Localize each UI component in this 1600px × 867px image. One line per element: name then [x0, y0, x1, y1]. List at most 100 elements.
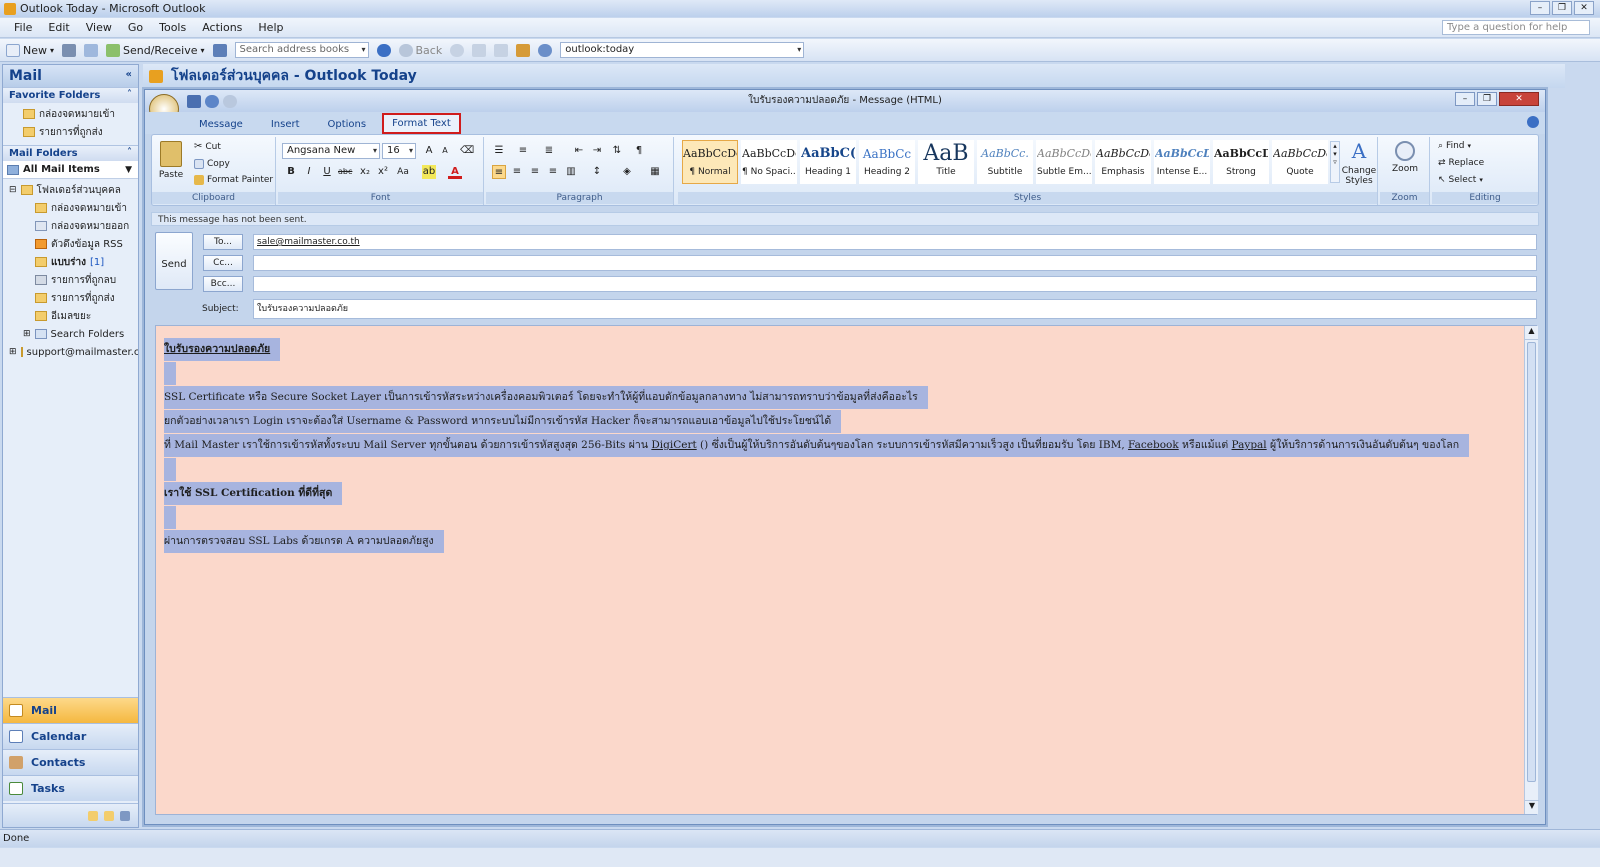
facebook-link[interactable]: Facebook [1128, 439, 1179, 451]
subject-field[interactable]: ใบรับรองความปลอดภัย [253, 299, 1537, 319]
favorite-folders-header[interactable]: Favorite Folders ˄ [3, 87, 138, 103]
style-quote[interactable]: AaBbCcDc Quote [1272, 140, 1328, 184]
underline-icon[interactable]: U [320, 165, 334, 179]
to-button[interactable]: To... [203, 234, 243, 250]
shortcuts-icon[interactable] [120, 810, 130, 821]
print-icon[interactable] [62, 43, 77, 57]
folder-sent[interactable]: รายการที่ถูกส่ง [3, 289, 138, 307]
expand-tree-icon[interactable]: ⊞ [9, 347, 17, 357]
menu-actions[interactable]: Actions [202, 21, 242, 34]
collapse-pane-icon[interactable]: « [126, 69, 132, 80]
folder-root[interactable]: ⊟ โฟลเดอร์ส่วนบุคคล [3, 181, 138, 199]
message-close-button[interactable]: ✕ [1499, 92, 1539, 106]
align-right-icon[interactable]: ≡ [528, 165, 542, 179]
paste-button[interactable]: Paste [156, 141, 186, 180]
favorite-folder-sent[interactable]: รายการที่ถูกส่ง [23, 123, 138, 141]
borders-icon[interactable]: ▦ [648, 165, 662, 179]
subscript-icon[interactable]: x₂ [358, 165, 372, 179]
italic-icon[interactable]: I [302, 165, 316, 179]
to-field[interactable]: sale@mailmaster.co.th [253, 234, 1537, 250]
style-subtitle[interactable]: AaBbCc. Subtitle [977, 140, 1033, 184]
minimize-button[interactable]: – [1530, 1, 1550, 15]
menu-help[interactable]: Help [258, 21, 283, 34]
folder-outbox[interactable]: กล่องจดหมายออก [3, 217, 138, 235]
new-button[interactable]: New ▾ [6, 43, 54, 57]
cc-field[interactable] [253, 255, 1537, 271]
style-normal[interactable]: AaBbCcDc ¶ Normal [682, 140, 738, 184]
style-emphasis[interactable]: AaBbCcDc Emphasis [1095, 140, 1151, 184]
folder-inbox[interactable]: กล่องจดหมายเข้า [3, 199, 138, 217]
shading-icon[interactable]: ◈ [620, 165, 634, 179]
style-no-spacing[interactable]: AaBbCcDc ¶ No Spaci... [741, 140, 797, 184]
paypal-link[interactable]: Paypal [1232, 439, 1267, 451]
align-center-icon[interactable]: ≡ [510, 165, 524, 179]
help-icon[interactable] [376, 43, 391, 57]
folder-drafts[interactable]: แบบร่าง [1] [3, 253, 138, 271]
send-button[interactable]: Send [155, 232, 193, 290]
folder-deleted[interactable]: รายการที่ถูกลบ [3, 271, 138, 289]
menu-edit[interactable]: Edit [48, 21, 69, 34]
folder-search-folders[interactable]: ⊞ Search Folders [3, 325, 138, 343]
home-icon[interactable] [516, 43, 531, 57]
font-color-icon[interactable]: A [448, 165, 462, 179]
collapse-tree-icon[interactable]: ⊟ [9, 185, 17, 195]
menu-file[interactable]: File [14, 21, 32, 34]
tab-message[interactable]: Message [187, 115, 255, 134]
ribbon-help-icon[interactable] [1527, 116, 1539, 128]
redo-icon[interactable] [223, 95, 237, 108]
highlight-icon[interactable]: ab [422, 165, 436, 179]
sort-icon[interactable]: ⇅ [610, 144, 624, 158]
format-painter-button[interactable]: Format Painter [194, 175, 273, 185]
style-strong[interactable]: AaBbCcDc Strong [1213, 140, 1269, 184]
nav-button-calendar[interactable]: Calendar [3, 723, 138, 749]
forward-icon[interactable] [450, 43, 465, 57]
find-button[interactable]: ⌕ Find ▾ [1438, 141, 1471, 151]
line-spacing-icon[interactable]: ↕ [590, 165, 604, 179]
folder-junk[interactable]: อีเมลขยะ [3, 307, 138, 325]
folder-rss[interactable]: ตัวดึงข้อมูล RSS [3, 235, 138, 253]
undo-icon[interactable] [205, 95, 219, 108]
distributed-icon[interactable]: ▥ [564, 165, 578, 179]
show-formatting-marks-icon[interactable]: ¶ [632, 144, 646, 158]
menu-view[interactable]: View [86, 21, 112, 34]
digicert-link[interactable]: DigiCert [651, 439, 696, 451]
style-subtle-emphasis[interactable]: AaBbCcDc Subtle Em... [1036, 140, 1092, 184]
tab-format-text[interactable]: Format Text [382, 113, 461, 134]
back-button[interactable]: Back [398, 43, 442, 57]
font-name-select[interactable]: Angsana New ▾ [282, 143, 380, 159]
zoom-button[interactable]: Zoom [1388, 141, 1422, 174]
save-icon[interactable] [187, 95, 201, 108]
menu-go[interactable]: Go [128, 21, 143, 34]
notes-icon[interactable] [88, 810, 98, 821]
styles-gallery-scroll[interactable]: ▴ ▾ ▿ [1330, 141, 1340, 183]
select-button[interactable]: ↖ Select ▾ [1438, 175, 1483, 185]
copy-button[interactable]: Copy [194, 159, 230, 169]
shrink-font-icon[interactable]: A [438, 144, 452, 158]
nav-button-mail[interactable]: Mail [3, 697, 138, 723]
clear-formatting-icon[interactable]: ⌫ [460, 144, 474, 158]
decrease-indent-icon[interactable]: ⇤ [572, 144, 586, 158]
style-heading-2[interactable]: AaBbCc Heading 2 [859, 140, 915, 184]
nav-button-tasks[interactable]: Tasks [3, 775, 138, 801]
scroll-thumb[interactable] [1527, 342, 1536, 782]
superscript-icon[interactable]: x² [376, 165, 390, 179]
bcc-field[interactable] [253, 276, 1537, 292]
search-address-books-input[interactable]: Search address books ▾ [234, 42, 369, 58]
change-case-icon[interactable]: Aa [396, 165, 410, 179]
maximize-button[interactable]: ❐ [1552, 1, 1572, 15]
bullets-icon[interactable]: ☰ [492, 144, 506, 158]
help-search-input[interactable]: Type a question for help [1442, 20, 1590, 35]
expand-tree-icon[interactable]: ⊞ [23, 329, 31, 339]
align-left-icon[interactable]: ≡ [492, 165, 506, 179]
numbering-icon[interactable]: ≡ [516, 144, 530, 158]
mail-folders-header[interactable]: Mail Folders ˄ [3, 145, 138, 161]
message-maximize-button[interactable]: ❐ [1477, 92, 1497, 106]
scroll-down-icon[interactable]: ▼ [1525, 800, 1539, 814]
replace-button[interactable]: ⇄ Replace [1438, 158, 1484, 168]
favorite-folder-inbox[interactable]: กล่องจดหมายเข้า [23, 105, 138, 123]
bcc-button[interactable]: Bcc... [203, 276, 243, 292]
nav-button-contacts[interactable]: Contacts [3, 749, 138, 775]
send-receive-button[interactable]: Send/Receive ▾ [106, 43, 205, 57]
strikethrough-icon[interactable]: abc [338, 165, 352, 179]
tab-insert[interactable]: Insert [259, 115, 312, 134]
